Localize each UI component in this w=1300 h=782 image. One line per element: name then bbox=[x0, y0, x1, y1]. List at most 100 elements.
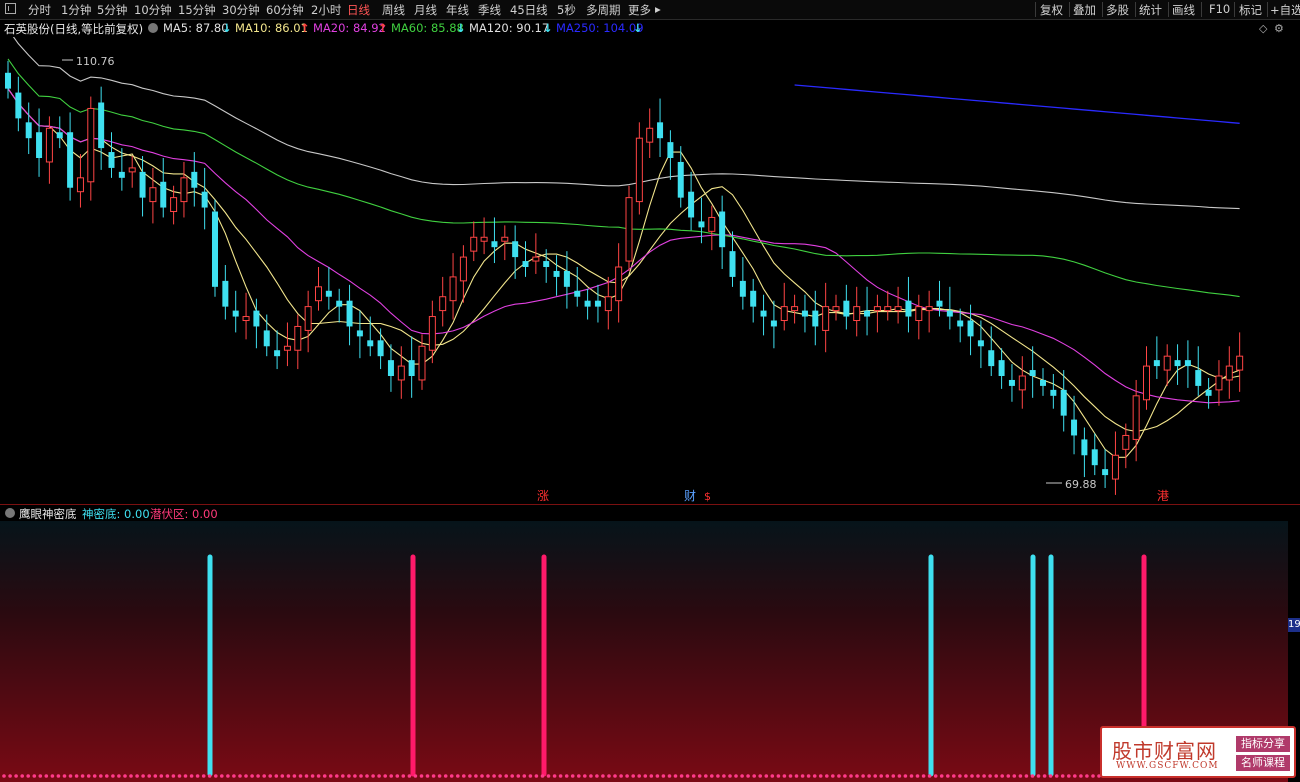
mark-button[interactable]: 标记 bbox=[1239, 2, 1262, 18]
indicator-collapse-icon[interactable] bbox=[5, 508, 15, 518]
baseline-dot bbox=[510, 774, 514, 778]
candle bbox=[449, 253, 457, 320]
baseline-dot bbox=[413, 774, 418, 778]
period-multi[interactable]: 多周期 bbox=[586, 2, 621, 18]
window-icon[interactable] bbox=[5, 3, 16, 14]
period-5sec[interactable]: 5秒 bbox=[557, 2, 576, 18]
ma20-arrow-icon: ↑ bbox=[378, 21, 388, 35]
baseline-dot bbox=[837, 774, 841, 778]
baseline-dot bbox=[691, 774, 696, 778]
baseline-dot bbox=[806, 774, 811, 778]
baseline-dot bbox=[516, 774, 521, 778]
f10-button[interactable]: F10 bbox=[1209, 2, 1230, 16]
candle bbox=[76, 154, 84, 208]
fuquan-button[interactable]: 复权 bbox=[1040, 2, 1063, 18]
watermark-url: WWW.GSCFW.COM bbox=[1116, 761, 1219, 771]
baseline-dot bbox=[68, 774, 73, 778]
period-fenshi[interactable]: 分时 bbox=[28, 2, 51, 18]
settings-circle-icon[interactable] bbox=[148, 23, 158, 33]
baseline-dot bbox=[492, 774, 496, 778]
indicator-name[interactable]: 鹰眼神密底 bbox=[19, 506, 77, 522]
candle bbox=[604, 276, 612, 330]
baseline-dot bbox=[226, 774, 230, 778]
event-marker-gang[interactable]: 港 bbox=[1157, 489, 1169, 503]
overlay-button[interactable]: 叠加 bbox=[1073, 2, 1096, 18]
candle bbox=[894, 286, 902, 324]
draw-line-button[interactable]: 画线 bbox=[1172, 2, 1195, 18]
period-30min[interactable]: 30分钟 bbox=[222, 2, 260, 18]
event-marker-dollar[interactable]: $ bbox=[704, 490, 711, 503]
period-yearly[interactable]: 年线 bbox=[446, 2, 469, 18]
baseline-dot bbox=[903, 774, 908, 778]
ma20-label: MA20: 84.92 bbox=[313, 21, 386, 35]
baseline-dot bbox=[468, 774, 472, 778]
baseline-dot bbox=[958, 774, 962, 778]
baseline-dot bbox=[250, 774, 254, 778]
baseline-dot bbox=[1006, 774, 1011, 778]
period-60min[interactable]: 60分钟 bbox=[266, 2, 304, 18]
period-45day[interactable]: 45日线 bbox=[510, 2, 548, 18]
baseline-dot bbox=[383, 774, 388, 778]
baseline-dot bbox=[207, 774, 212, 778]
baseline-dot bbox=[589, 774, 593, 778]
candle bbox=[843, 284, 850, 330]
baseline-dot bbox=[1054, 774, 1059, 778]
period-1min[interactable]: 1分钟 bbox=[61, 2, 91, 18]
event-marker-cai[interactable]: 财 bbox=[684, 489, 696, 503]
period-weekly[interactable]: 周线 bbox=[382, 2, 405, 18]
stats-button[interactable]: 统计 bbox=[1139, 2, 1162, 18]
more-arrow-icon[interactable]: ▸ bbox=[655, 2, 661, 16]
watermark-title: 股市财富网 bbox=[1112, 739, 1217, 763]
period-15min[interactable]: 15分钟 bbox=[178, 2, 216, 18]
candle bbox=[242, 292, 250, 340]
settings-icon[interactable]: ⚙ bbox=[1274, 22, 1284, 35]
baseline-dot bbox=[92, 774, 97, 778]
baseline-dot bbox=[546, 774, 551, 778]
baseline-dot bbox=[583, 774, 587, 778]
period-monthly[interactable]: 月线 bbox=[414, 2, 437, 18]
diamond-icon[interactable]: ◇ bbox=[1259, 22, 1267, 35]
candle bbox=[625, 185, 633, 271]
baseline-dot bbox=[704, 774, 708, 778]
baseline-dot bbox=[927, 774, 932, 778]
period-10min[interactable]: 10分钟 bbox=[134, 2, 172, 18]
event-marker-zhang[interactable]: 涨 bbox=[537, 488, 549, 503]
baseline-dot bbox=[171, 774, 176, 778]
candle bbox=[594, 284, 601, 323]
more-menu[interactable]: 更多 bbox=[628, 2, 651, 18]
period-2hour[interactable]: 2小时 bbox=[311, 2, 341, 18]
baseline-dot bbox=[570, 774, 575, 778]
candle bbox=[574, 267, 581, 307]
period-daily[interactable]: 日线 bbox=[347, 2, 370, 18]
candle bbox=[470, 221, 478, 262]
baseline-dot bbox=[697, 774, 702, 778]
baseline-dot bbox=[111, 774, 115, 778]
baseline-dot bbox=[201, 774, 206, 778]
baseline-dot bbox=[50, 774, 55, 778]
candle bbox=[719, 195, 726, 269]
add-watchlist-button[interactable]: +自选 bbox=[1270, 2, 1300, 18]
baseline-dot bbox=[280, 774, 285, 778]
candle bbox=[212, 199, 218, 297]
candle bbox=[1029, 346, 1036, 398]
candle bbox=[915, 294, 923, 340]
baseline-dot bbox=[885, 774, 890, 778]
period-5min[interactable]: 5分钟 bbox=[97, 2, 127, 18]
baseline-dot bbox=[867, 774, 871, 778]
baseline-dot bbox=[371, 774, 375, 778]
candle bbox=[139, 156, 146, 217]
candle bbox=[1050, 374, 1057, 409]
candle bbox=[1153, 336, 1160, 379]
candle bbox=[512, 225, 519, 279]
baseline-dot bbox=[341, 774, 345, 778]
baseline-dot bbox=[183, 774, 188, 778]
candle bbox=[1184, 340, 1191, 388]
candle bbox=[1236, 332, 1244, 392]
candle bbox=[688, 171, 695, 231]
period-quarterly[interactable]: 季线 bbox=[478, 2, 501, 18]
candlestick-chart[interactable]: 110.76 69.88 涨 财 $ 港 bbox=[0, 37, 1300, 504]
multi-stock-button[interactable]: 多股 bbox=[1106, 2, 1129, 18]
baseline-dot bbox=[44, 774, 49, 778]
candle bbox=[1215, 360, 1223, 406]
baseline-dot bbox=[964, 774, 968, 778]
